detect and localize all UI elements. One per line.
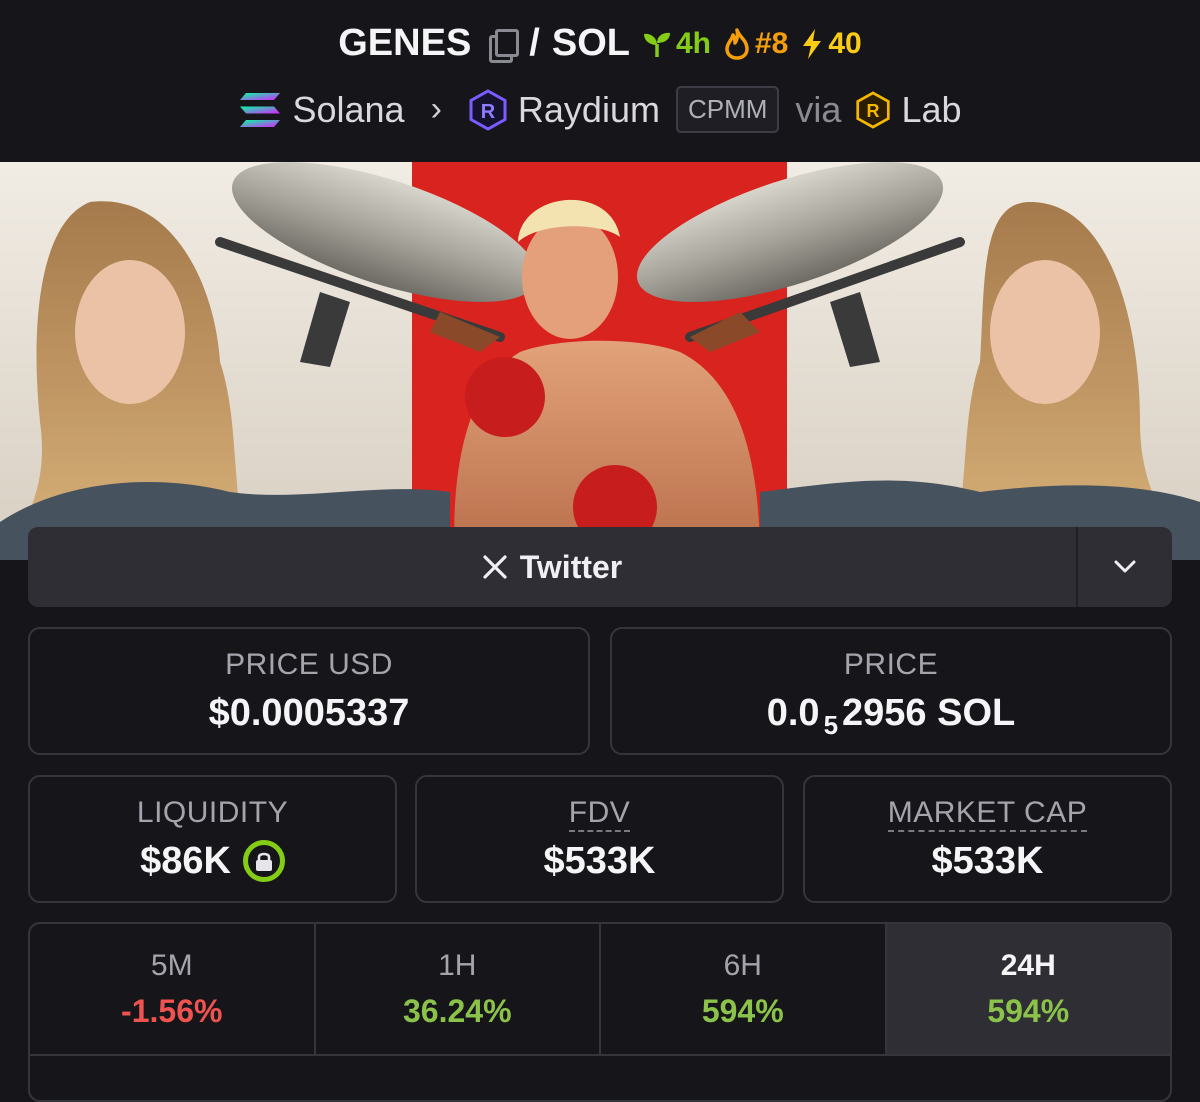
pool-type-badge: CPMM [675, 86, 780, 133]
twitter-label: Twitter [519, 548, 623, 585]
market-cap-label-wrap: MARKET CAP [887, 795, 1088, 832]
socials-dropdown-toggle[interactable] [1078, 527, 1172, 607]
price-native-zero-count: 5 [823, 709, 839, 740]
fdv-label[interactable]: FDV [568, 795, 631, 832]
price-native-suffix: 2956 SOL [842, 691, 1016, 734]
liquidity-value: $86K [140, 839, 231, 882]
price-native-prefix: 0.0 [766, 691, 820, 734]
price-usd-value: $0.0005337 [208, 691, 410, 734]
period-label: 1H [438, 948, 477, 982]
price-native-label: PRICE [843, 647, 939, 681]
solana-icon[interactable] [238, 91, 282, 129]
change-value: 36.24% [402, 992, 512, 1029]
rank-value: #8 [755, 26, 789, 60]
x-logo-icon [483, 555, 507, 579]
raydium-icon[interactable]: R [468, 88, 508, 131]
tab-1h[interactable]: 1H 36.24% [316, 924, 601, 1054]
boost-badge[interactable]: 40 [800, 26, 862, 61]
chevron-right-icon: › [430, 90, 442, 128]
age-value: 4h [675, 26, 711, 60]
market-cap-value: $533K [931, 839, 1044, 882]
price-usd-label: PRICE USD [225, 647, 393, 681]
pair-header: GENES / SOL 4h #8 40 Solana › R Raydium … [0, 0, 1200, 162]
trending-rank-badge[interactable]: #8 [723, 27, 788, 61]
flame-icon [725, 27, 749, 60]
change-value: -1.56% [121, 992, 223, 1029]
copy-icon[interactable] [485, 27, 520, 63]
change-value: 594% [987, 992, 1070, 1029]
seedling-icon [643, 32, 670, 57]
token-symbol: GENES [338, 22, 472, 64]
price-usd-card: PRICE USD $0.0005337 [28, 627, 590, 755]
chain-name[interactable]: Solana [292, 89, 404, 131]
fdv-card: FDV $533K [415, 775, 784, 903]
liquidity-value-row: $86K [140, 840, 285, 883]
lock-icon[interactable] [242, 840, 285, 882]
token-banner-image [0, 162, 1200, 560]
period-label: 5M [150, 948, 193, 982]
liquidity-card: LIQUIDITY $86K [28, 775, 397, 903]
tab-5m[interactable]: 5M -1.56% [30, 924, 316, 1054]
twitter-button-main[interactable]: Twitter [28, 527, 1076, 607]
tab-6h[interactable]: 6H 594% [601, 924, 887, 1054]
market-cap-card: MARKET CAP $533K [803, 775, 1172, 903]
chevron-down-icon [1114, 560, 1136, 573]
liquidity-label: LIQUIDITY [136, 795, 289, 829]
period-label: 6H [723, 948, 762, 982]
boost-value: 40 [828, 26, 862, 60]
breadcrumb: Solana › R Raydium CPMM via R Lab [0, 86, 1200, 133]
twitter-link-button[interactable]: Twitter [28, 527, 1172, 607]
launchpad-icon[interactable]: R [855, 90, 891, 129]
dex-name[interactable]: Raydium [518, 89, 660, 131]
tab-24h[interactable]: 24H 594% [886, 924, 1170, 1054]
fdv-value: $533K [543, 839, 656, 882]
market-cap-label[interactable]: MARKET CAP [887, 795, 1088, 832]
price-native-card: PRICE 0.0 5 2956 SOL [610, 627, 1172, 755]
svg-text:R: R [481, 101, 496, 123]
launchpad-name[interactable]: Lab [901, 89, 961, 131]
pair-separator: / [529, 22, 540, 64]
lightning-icon [803, 28, 822, 59]
price-native-value: 0.0 5 2956 SOL [766, 691, 1016, 740]
quote-symbol: SOL [551, 22, 630, 64]
period-label: 24H [1000, 948, 1056, 982]
price-change-tabs: 5M -1.56% 1H 36.24% 6H 594% 24H 594% [28, 922, 1172, 1102]
price-change-row: 5M -1.56% 1H 36.24% 6H 594% 24H 594% [30, 924, 1170, 1056]
change-value: 594% [701, 992, 784, 1029]
svg-text:R: R [867, 101, 880, 121]
pair-title: GENES / SOL 4h #8 40 [0, 22, 1200, 65]
fdv-label-wrap: FDV [568, 795, 631, 832]
via-label: via [795, 88, 842, 130]
age-badge: 4h [642, 27, 711, 61]
